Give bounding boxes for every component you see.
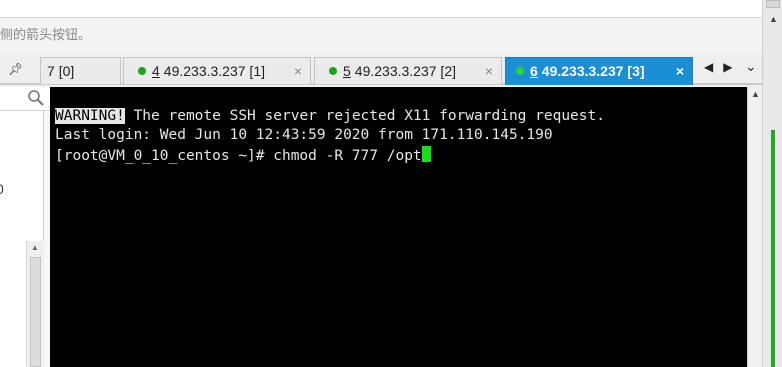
command-prompt: [root@VM_0_10_centos ~]# chmod -R 777 /o… <box>55 148 422 164</box>
session-search-row[interactable] <box>0 87 50 111</box>
scroll-up-icon[interactable]: ▲ <box>31 243 39 252</box>
warning-message: The remote SSH server rejected X11 forwa… <box>124 108 605 124</box>
terminal-scrollbar[interactable]: ▲ <box>747 87 762 367</box>
tab-scroll-right-icon[interactable]: ▶ <box>723 60 742 74</box>
text-cursor <box>421 146 431 162</box>
top-toolbar <box>0 0 762 18</box>
tab-number: 6 <box>530 63 538 79</box>
tab-session-2[interactable]: 5 49.233.3.237 [2] × <box>314 57 502 84</box>
tab-list-menu-icon[interactable]: ⌄ <box>745 58 757 75</box>
terminal-line-1: WARNING! The remote SSH server rejected … <box>55 108 605 124</box>
session-list: 0 ▲ <box>0 111 44 367</box>
tab-scroll-left-icon[interactable]: ◀ <box>704 60 723 74</box>
tab-title: 49.233.3.237 [3] <box>541 63 645 79</box>
progress-strip <box>771 130 775 367</box>
tab-number: 5 <box>343 63 351 79</box>
window-scrollbar[interactable]: ▲ <box>762 0 782 367</box>
tab-title: 49.233.3.237 [2] <box>354 63 456 79</box>
connected-status-icon <box>516 67 524 76</box>
terminal-line-2: Last login: Wed Jun 10 12:43:59 2020 fro… <box>55 127 553 143</box>
scroll-up-icon[interactable]: ▲ <box>769 14 778 24</box>
connected-status-icon <box>138 67 146 76</box>
terminal-output[interactable]: WARNING! The remote SSH server rejected … <box>50 87 747 367</box>
tab-title: [0] <box>58 63 75 79</box>
tab-scroll-arrows: ◀▶ <box>704 60 742 74</box>
tab-number: 4 <box>152 63 160 79</box>
scrollbar-thumb[interactable] <box>766 0 780 8</box>
tab-title: 49.233.3.237 [1] <box>163 63 265 79</box>
session-panel: 0 ▲ <box>0 87 50 367</box>
panel-scrollbar[interactable]: ▲ <box>26 241 44 367</box>
tab-label: 7 [0] <box>41 63 74 79</box>
tab-bar: 📌︎ 7 [0] 4 49.233.3.237 [1] × 5 49.233.3.2… <box>0 54 762 85</box>
close-tab-icon[interactable]: × <box>485 58 493 84</box>
tab-session-1[interactable]: 4 49.233.3.237 [1] × <box>123 57 311 84</box>
hint-text: 侧的箭头按钮。 <box>0 18 762 54</box>
tab-session-0[interactable]: 7 [0] <box>40 57 121 84</box>
pin-icon[interactable]: 📌︎ <box>8 62 23 76</box>
scroll-up-icon[interactable]: ▲ <box>751 89 760 99</box>
terminal-line-3: [root@VM_0_10_centos ~]# chmod -R 777 /o… <box>55 146 431 164</box>
scrollbar-thumb[interactable] <box>30 257 41 367</box>
connected-status-icon <box>329 67 337 76</box>
panel-value: 0 <box>0 181 4 197</box>
close-tab-icon[interactable]: × <box>676 58 684 84</box>
app-window: 侧的箭头按钮。 📌︎ 7 [0] 4 49.233.3.237 [1] × 5 49… <box>0 0 782 367</box>
close-tab-icon[interactable]: × <box>294 58 302 84</box>
tab-session-3-active[interactable]: 6 49.233.3.237 [3] × <box>505 57 693 85</box>
tab-number: 7 <box>47 63 55 79</box>
warning-tag: WARNING! <box>55 108 125 124</box>
search-icon[interactable] <box>27 89 45 107</box>
